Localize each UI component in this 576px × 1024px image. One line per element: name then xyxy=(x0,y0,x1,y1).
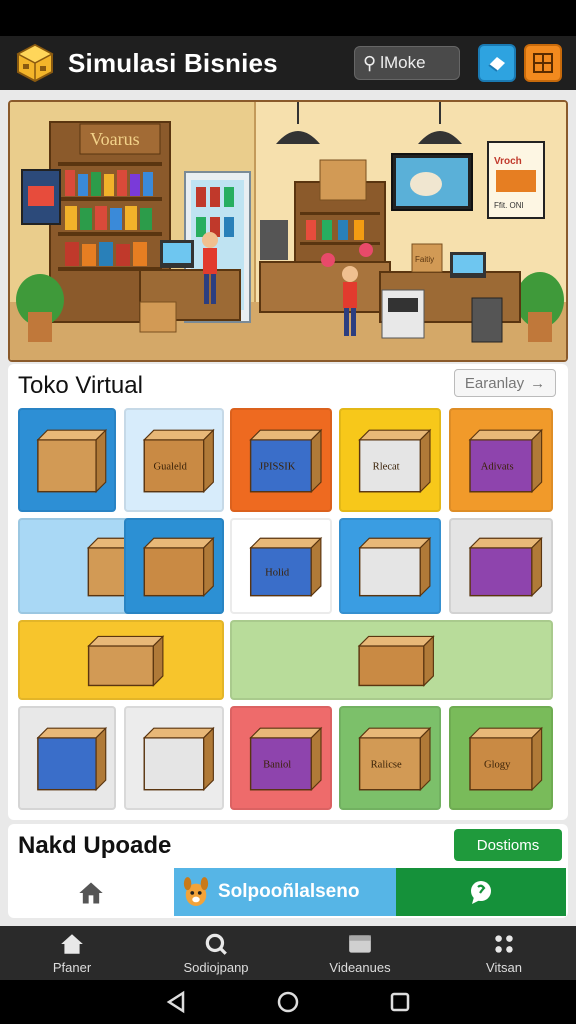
see-all-label: Earanlay xyxy=(464,374,525,392)
chat-bubble-icon xyxy=(471,881,491,904)
product-box-icon: Holid xyxy=(249,536,323,598)
product-box-icon xyxy=(468,536,543,598)
options-button[interactable]: Dostioms xyxy=(454,829,562,861)
bottom-navigation: Pfaner Sodiojpanp Videanues Vitsan xyxy=(0,926,576,980)
back-icon[interactable] xyxy=(164,990,188,1014)
product-tile[interactable]: Gualeld xyxy=(124,408,224,512)
product-tile[interactable]: Glogy xyxy=(449,706,553,810)
banner-text: Solpooñlalseno xyxy=(218,881,360,902)
see-all-button[interactable]: Earanlay → xyxy=(454,369,556,397)
product-box-icon xyxy=(142,726,215,792)
search-input[interactable]: ⚲ lMoke xyxy=(354,46,460,80)
nav-item-planner[interactable]: Pfaner xyxy=(0,926,144,980)
eraser-button[interactable] xyxy=(478,44,516,82)
product-label: Adivats xyxy=(481,462,514,473)
product-label: Holid xyxy=(265,568,290,579)
note-card: Faitiy xyxy=(415,255,434,264)
app-logo-icon xyxy=(14,42,56,84)
nav-item-more[interactable]: Vitsan xyxy=(432,926,576,980)
search-value: lMoke xyxy=(380,53,426,72)
poster-title: Vroch xyxy=(494,156,522,167)
product-tile[interactable] xyxy=(18,620,224,700)
product-box-icon xyxy=(36,428,108,494)
calculator-icon xyxy=(533,53,553,73)
product-tile[interactable] xyxy=(18,706,116,810)
product-box-icon: Baniol xyxy=(249,726,323,792)
product-tile[interactable] xyxy=(230,620,553,700)
poster-caption: Ffit. ONI xyxy=(494,201,524,210)
home-circle-icon[interactable] xyxy=(276,990,300,1014)
store-section: Toko Virtual Earanlay → Gualeld JPISSIK Rl… xyxy=(8,364,568,820)
nav-item-videos[interactable]: Videanues xyxy=(288,926,432,980)
home-icon xyxy=(79,882,103,904)
nav-label: Sodiojpanp xyxy=(183,960,249,975)
nav-label: Videanues xyxy=(329,960,391,975)
main-content: Voarus Vroch Ffit. ONI Faitiy Toko Virtu… xyxy=(0,90,576,926)
dog-mascot-icon xyxy=(183,877,209,906)
product-tile[interactable] xyxy=(339,518,441,614)
product-tile[interactable]: Adivats xyxy=(449,408,553,512)
product-tile[interactable] xyxy=(449,518,553,614)
update-section: Nakd Upoade Dostioms Solpooñlalseno xyxy=(8,824,568,918)
product-label: Gualeld xyxy=(153,462,187,473)
product-box-icon xyxy=(142,536,215,598)
system-navigation xyxy=(0,980,576,1024)
nav-label: Vitsan xyxy=(486,960,522,975)
search-icon xyxy=(205,933,227,955)
section-title: Toko Virtual xyxy=(18,372,143,399)
product-tile[interactable]: Rlecat xyxy=(339,408,441,512)
grid-dots-icon xyxy=(495,935,513,953)
app-title: Simulasi Bisnies xyxy=(68,47,278,78)
product-box-icon xyxy=(357,635,435,687)
folder-icon xyxy=(349,935,371,953)
app-bar: Simulasi Bisnies ⚲ lMoke xyxy=(0,36,576,90)
status-bar xyxy=(0,0,576,36)
eraser-icon xyxy=(488,57,505,72)
product-tile[interactable] xyxy=(18,408,116,512)
product-box-icon xyxy=(36,726,108,792)
product-box-icon: JPISSIK xyxy=(249,428,323,494)
arrow-right-icon: → xyxy=(530,374,546,392)
product-label: Baniol xyxy=(263,760,291,771)
product-label: Rlecat xyxy=(373,462,400,473)
product-box-icon: Rlecat xyxy=(358,428,432,494)
shop-sign: Voarus xyxy=(90,129,140,149)
product-box-icon: Adivats xyxy=(468,428,544,494)
home-button[interactable] xyxy=(8,870,174,916)
product-box-icon: Gualeld xyxy=(142,428,215,494)
product-box-icon: Glogy xyxy=(468,726,544,792)
promo-banner[interactable]: Solpooñlalseno xyxy=(174,868,396,916)
product-tile[interactable]: Baniol xyxy=(230,706,332,810)
home-icon xyxy=(61,934,83,954)
calculator-button[interactable] xyxy=(524,44,562,82)
product-label: JPISSIK xyxy=(259,462,296,473)
recents-icon[interactable] xyxy=(388,990,412,1014)
search-icon: ⚲ xyxy=(363,52,377,73)
product-tile[interactable] xyxy=(124,518,224,614)
chat-button[interactable] xyxy=(396,868,566,916)
product-tile[interactable]: Holid xyxy=(230,518,332,614)
product-box-icon: Ralicse xyxy=(358,726,432,792)
nav-item-search[interactable]: Sodiojpanp xyxy=(144,926,288,980)
product-box-icon xyxy=(87,635,165,687)
product-tile[interactable]: JPISSIK xyxy=(230,408,332,512)
nav-label: Pfaner xyxy=(52,960,92,975)
section-title: Nakd Upoade xyxy=(18,832,172,859)
product-box-icon xyxy=(358,536,432,598)
store-illustration: Voarus Vroch Ffit. ONI Faitiy xyxy=(8,100,568,362)
product-tile[interactable] xyxy=(124,706,224,810)
product-label: Ralicse xyxy=(371,760,402,771)
product-tile[interactable]: Ralicse xyxy=(339,706,441,810)
product-label: Glogy xyxy=(484,760,511,771)
